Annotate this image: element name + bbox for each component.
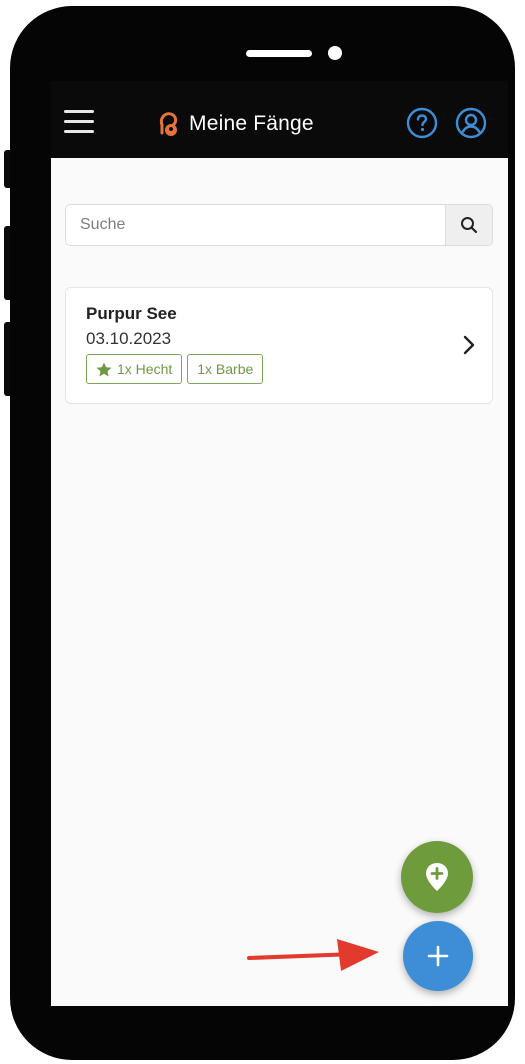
search-input[interactable] bbox=[66, 205, 444, 245]
search-icon bbox=[461, 217, 478, 234]
app-title: Meine Fänge bbox=[157, 109, 314, 139]
catch-location: Purpur See bbox=[86, 304, 177, 323]
fish-tag: 1x Hecht bbox=[86, 354, 183, 384]
annotation-arrow-icon bbox=[247, 939, 379, 971]
app-screen: Meine Fänge Suche Purpur See 03.10.2023 … bbox=[51, 81, 508, 1006]
catch-card[interactable]: Purpur See 03.10.2023 1x Hecht 1x Barbe bbox=[65, 287, 493, 404]
fish-tag-label: 1x Barbe bbox=[197, 361, 254, 377]
hamburger-icon[interactable] bbox=[64, 110, 94, 134]
fishing-hook-logo-icon bbox=[159, 112, 178, 136]
map-marker-plus-icon bbox=[426, 863, 448, 891]
user-circle-icon[interactable] bbox=[455, 107, 487, 139]
catch-date: 03.10.2023 bbox=[86, 329, 172, 348]
search-button[interactable] bbox=[445, 205, 492, 245]
front-camera bbox=[328, 46, 342, 60]
add-catch-button[interactable] bbox=[403, 921, 473, 991]
phone-frame: Meine Fänge Suche Purpur See 03.10.2023 … bbox=[10, 6, 515, 1060]
search-bar bbox=[65, 204, 493, 246]
star-icon bbox=[96, 362, 112, 377]
app-header: Meine Fänge bbox=[51, 81, 508, 158]
device-mockup: Meine Fänge Suche Purpur See 03.10.2023 … bbox=[0, 0, 525, 1064]
page-title: Meine Fänge bbox=[189, 112, 314, 135]
fish-tag: 1x Barbe bbox=[187, 354, 264, 384]
speaker-grille bbox=[246, 50, 312, 57]
add-spot-button[interactable] bbox=[401, 841, 473, 913]
plus-icon bbox=[427, 945, 449, 967]
question-circle-icon[interactable] bbox=[406, 107, 438, 139]
fish-tags: 1x Hecht 1x Barbe bbox=[86, 354, 268, 384]
chevron-right-icon bbox=[463, 335, 475, 355]
fish-tag-label: 1x Hecht bbox=[117, 361, 173, 377]
